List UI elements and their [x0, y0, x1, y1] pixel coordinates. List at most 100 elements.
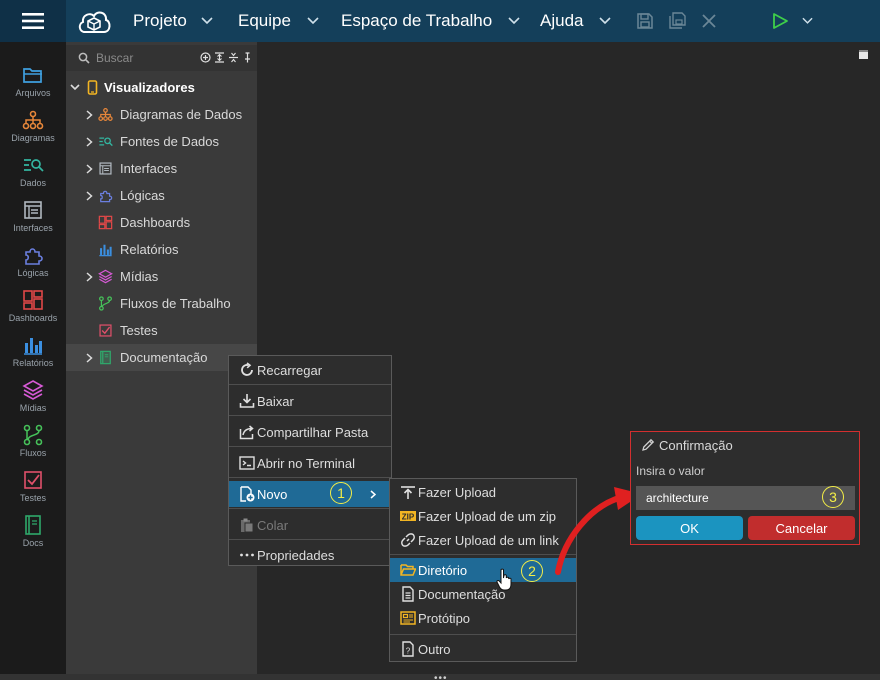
- ctx-separator: [229, 539, 391, 540]
- test-icon: [99, 324, 112, 337]
- run-play-icon[interactable]: [771, 12, 789, 30]
- sub-prototipo[interactable]: Protótipo: [390, 606, 576, 630]
- activity-arquivos[interactable]: Arquivos: [0, 62, 66, 107]
- hamburger-menu-button[interactable]: [0, 0, 66, 42]
- ctx-colar[interactable]: Colar: [229, 512, 391, 538]
- pin-icon[interactable]: [242, 52, 253, 63]
- activity-fluxos[interactable]: Fluxos: [0, 422, 66, 467]
- chevron-down-icon: [508, 17, 520, 25]
- activity-dashboards[interactable]: Dashboards: [0, 287, 66, 332]
- svg-text:ZIP: ZIP: [402, 513, 415, 522]
- sub-outro[interactable]: ? Outro: [390, 637, 576, 661]
- sub-fazer-upload-link[interactable]: Fazer Upload de um link: [390, 528, 576, 552]
- sub-documentacao[interactable]: Documentação: [390, 582, 576, 606]
- sub-label: Fazer Upload: [418, 485, 497, 500]
- activity-dados[interactable]: Dados: [0, 152, 66, 197]
- ctx-compartilhar-pasta[interactable]: Compartilhar Pasta: [229, 419, 391, 445]
- activity-arquivos-label: Arquivos: [15, 88, 51, 98]
- activity-relatorios[interactable]: Relatórios: [0, 332, 66, 377]
- tree-item-testes[interactable]: Testes: [66, 317, 257, 344]
- collapse-all-icon[interactable]: [228, 52, 239, 63]
- activity-diagramas[interactable]: Diagramas: [0, 107, 66, 152]
- expand-all-icon[interactable]: [214, 52, 225, 63]
- save-all-icon[interactable]: [668, 12, 687, 30]
- tree-item-dashboards[interactable]: Dashboards: [66, 209, 257, 236]
- workflow-icon: [99, 296, 112, 311]
- tree-root-visualizadores[interactable]: Visualizadores: [66, 74, 257, 101]
- panel-maximize-icon[interactable]: [859, 50, 868, 59]
- tree-item-logicas[interactable]: Lógicas: [66, 182, 257, 209]
- folder-open-icon: [400, 564, 416, 576]
- activity-interfaces[interactable]: Interfaces: [0, 197, 66, 242]
- sub-diretorio[interactable]: Diretório: [390, 558, 576, 582]
- tree-item-fontes-de-dados[interactable]: Fontes de Dados: [66, 128, 257, 155]
- tree-item-relatorios[interactable]: Relatórios: [66, 236, 257, 263]
- tree-item-label: Documentação: [120, 350, 208, 365]
- menu-espaco-de-trabalho[interactable]: Espaço de Trabalho: [341, 0, 520, 42]
- tree-item-diagramas-de-dados[interactable]: Diagramas de Dados: [66, 101, 257, 128]
- ctx-propriedades[interactable]: Propriedades: [229, 542, 391, 568]
- tree-item-midias[interactable]: Mídias: [66, 263, 257, 290]
- ctx-abrir-no-terminal[interactable]: Abrir no Terminal: [229, 450, 391, 476]
- ctx-baixar[interactable]: Baixar: [229, 388, 391, 414]
- sub-label: Fazer Upload de um link: [418, 533, 559, 548]
- menu-ajuda[interactable]: Ajuda: [540, 0, 612, 42]
- prototype-icon: [400, 611, 416, 625]
- add-circle-icon[interactable]: [200, 52, 211, 63]
- tree-root-label: Visualizadores: [104, 80, 195, 95]
- save-icon[interactable]: [636, 12, 654, 30]
- step-badge-2: 2: [521, 560, 543, 582]
- sub-label: Outro: [418, 642, 451, 657]
- data-icon: [99, 137, 113, 147]
- menu-projeto[interactable]: Projeto: [133, 0, 213, 42]
- activity-testes[interactable]: Testes: [0, 467, 66, 512]
- explorer-tools: [200, 52, 253, 63]
- cancel-button[interactable]: Cancelar: [748, 516, 855, 540]
- resize-grip-icon[interactable]: •••: [434, 673, 448, 680]
- ctx-separator: [229, 508, 391, 509]
- ok-button[interactable]: OK: [636, 516, 743, 540]
- step-badge-1: 1: [330, 482, 352, 504]
- activity-midias[interactable]: Mídias: [0, 377, 66, 422]
- run-options-chevron-icon[interactable]: [802, 17, 813, 25]
- dashboard-icon: [98, 215, 113, 230]
- sub-fazer-upload[interactable]: Fazer Upload: [390, 480, 576, 504]
- device-icon: [87, 80, 98, 95]
- explorer-search[interactable]: Buscar: [66, 45, 257, 71]
- chevron-down-icon: [70, 84, 80, 91]
- new-file-icon: [240, 486, 255, 502]
- tree-item-fluxos-de-trabalho[interactable]: Fluxos de Trabalho: [66, 290, 257, 317]
- ctx-label: Abrir no Terminal: [257, 456, 356, 471]
- tree-item-label: Diagramas de Dados: [120, 107, 243, 122]
- chevron-right-icon: [86, 353, 93, 363]
- ctx-separator: [229, 415, 391, 416]
- activity-diagramas-label: Diagramas: [11, 133, 55, 143]
- ctx-separator: [229, 384, 391, 385]
- tree-item-label: Mídias: [120, 269, 159, 284]
- more-dots-icon: [240, 553, 254, 557]
- chevron-right-icon: [86, 191, 93, 201]
- sub-separator: [390, 634, 576, 635]
- step-badge-3: 3: [822, 486, 844, 508]
- tree-item-label: Fontes de Dados: [120, 134, 220, 149]
- tree-item-label: Lógicas: [120, 188, 165, 203]
- tree-item-label: Relatórios: [120, 242, 179, 257]
- activity-logicas[interactable]: Lógicas: [0, 242, 66, 287]
- ctx-recarregar[interactable]: Recarregar: [229, 357, 391, 383]
- activity-docs[interactable]: Docs: [0, 512, 66, 557]
- activity-dados-label: Dados: [19, 178, 46, 188]
- interface-icon: [99, 162, 112, 175]
- test-icon: [24, 471, 42, 489]
- folder-icon: [23, 68, 42, 83]
- activity-interfaces-label: Interfaces: [13, 223, 53, 233]
- menu-ajuda-label: Ajuda: [540, 11, 584, 30]
- activity-docs-label: Docs: [22, 538, 44, 548]
- menu-equipe[interactable]: Equipe: [238, 0, 319, 42]
- ctx-label: Recarregar: [257, 363, 323, 378]
- tree-item-interfaces[interactable]: Interfaces: [66, 155, 257, 182]
- search-placeholder: Buscar: [96, 51, 134, 65]
- ctx-novo[interactable]: Novo: [229, 481, 391, 507]
- close-icon[interactable]: [701, 13, 717, 29]
- sub-fazer-upload-zip[interactable]: ZIP Fazer Upload de um zip: [390, 504, 576, 528]
- puzzle-icon: [100, 190, 113, 203]
